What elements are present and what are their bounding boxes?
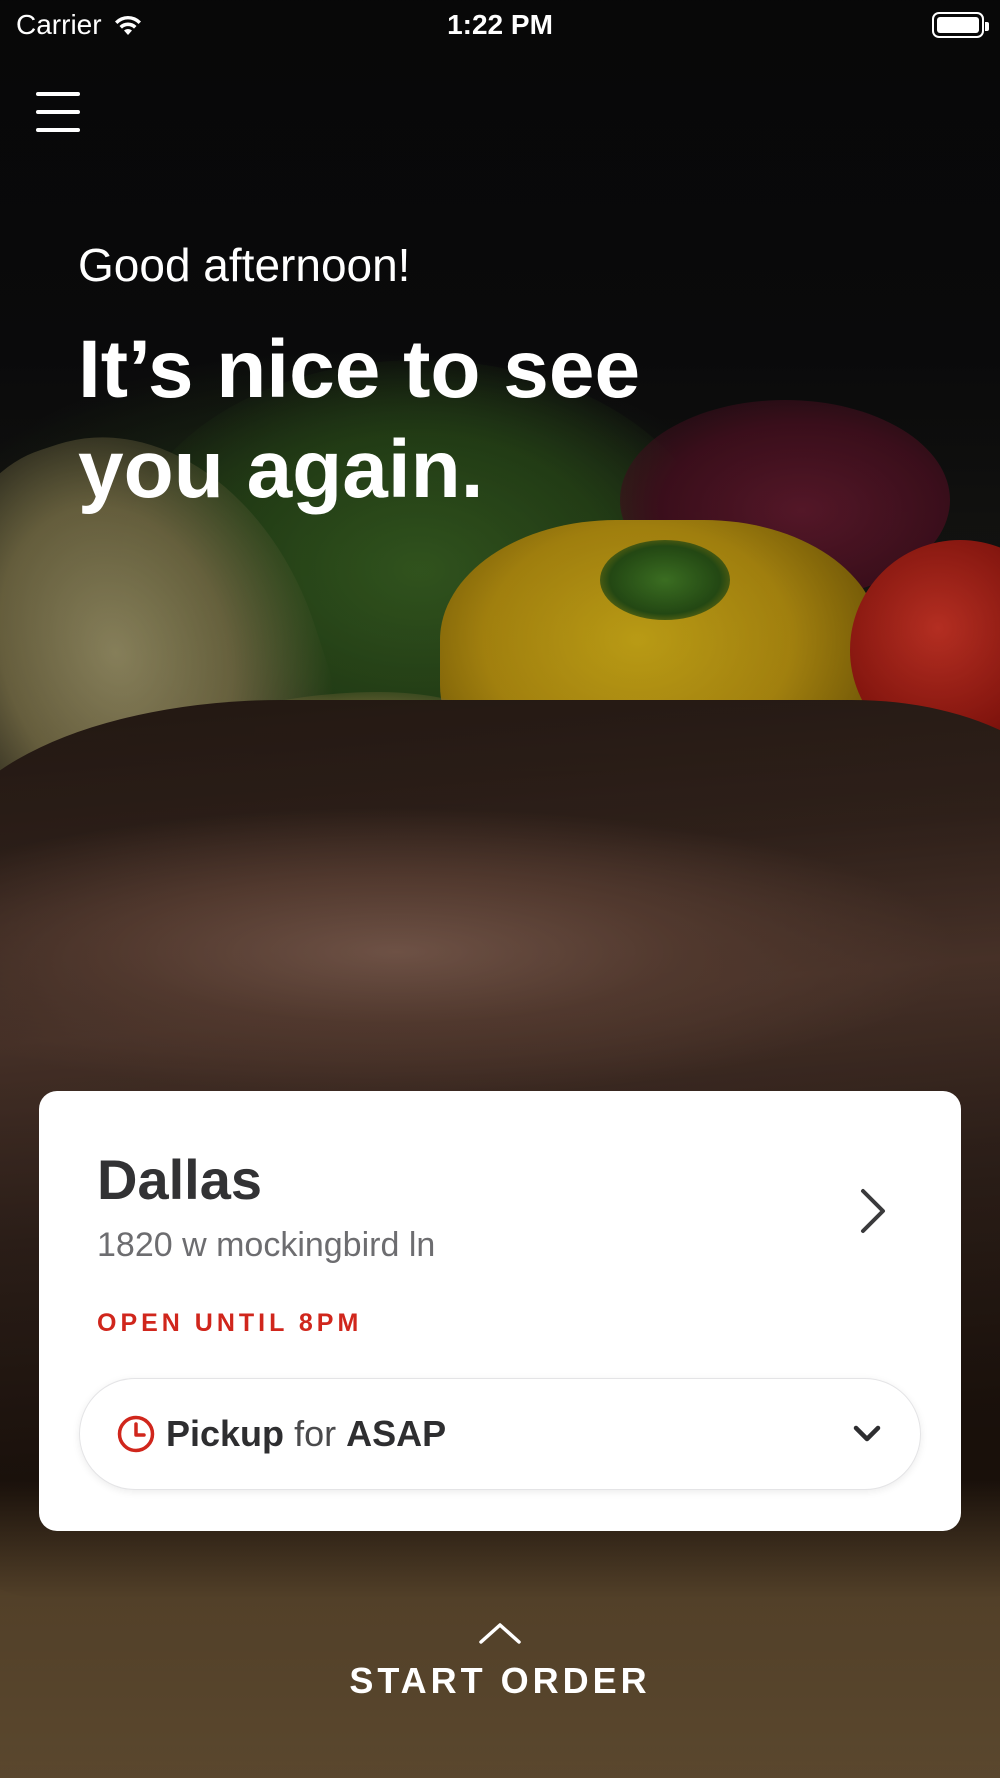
location-city: Dallas xyxy=(97,1148,262,1211)
status-bar: Carrier 1:22 PM xyxy=(0,0,1000,50)
clock-icon xyxy=(117,1415,155,1453)
location-hours: OPEN UNTIL 8PM xyxy=(97,1309,363,1337)
battery-fill xyxy=(937,17,979,33)
headline-text: It’s nice to see you again. xyxy=(78,324,641,515)
carrier-label: Carrier xyxy=(16,9,102,40)
order-mode-selector[interactable]: Pickup for ASAP xyxy=(79,1378,921,1490)
order-method: Pickup xyxy=(166,1413,285,1454)
hamburger-menu-icon[interactable] xyxy=(36,92,80,132)
caret-up-icon xyxy=(479,1623,521,1644)
start-order-label: START ORDER xyxy=(349,1660,651,1701)
order-mode-text: Pickup for ASAP xyxy=(166,1413,446,1455)
start-order-button[interactable]: START ORDER xyxy=(0,1620,1000,1702)
battery-icon xyxy=(932,12,989,38)
chevron-down-icon[interactable] xyxy=(850,1417,884,1451)
status-left: Carrier xyxy=(16,9,144,41)
order-connector: for xyxy=(294,1413,337,1454)
status-time: 1:22 PM xyxy=(447,9,553,40)
chevron-right-icon[interactable] xyxy=(841,1181,901,1241)
order-time: ASAP xyxy=(346,1413,447,1454)
location-address: 1820 w mockingbird ln xyxy=(97,1226,436,1264)
location-selector[interactable]: Dallas 1820 w mockingbird ln xyxy=(97,1147,921,1265)
greeting-text: Good afternoon! xyxy=(78,239,411,291)
location-card: Dallas 1820 w mockingbird ln OPEN UNTIL … xyxy=(39,1091,961,1531)
wifi-icon xyxy=(114,15,141,35)
